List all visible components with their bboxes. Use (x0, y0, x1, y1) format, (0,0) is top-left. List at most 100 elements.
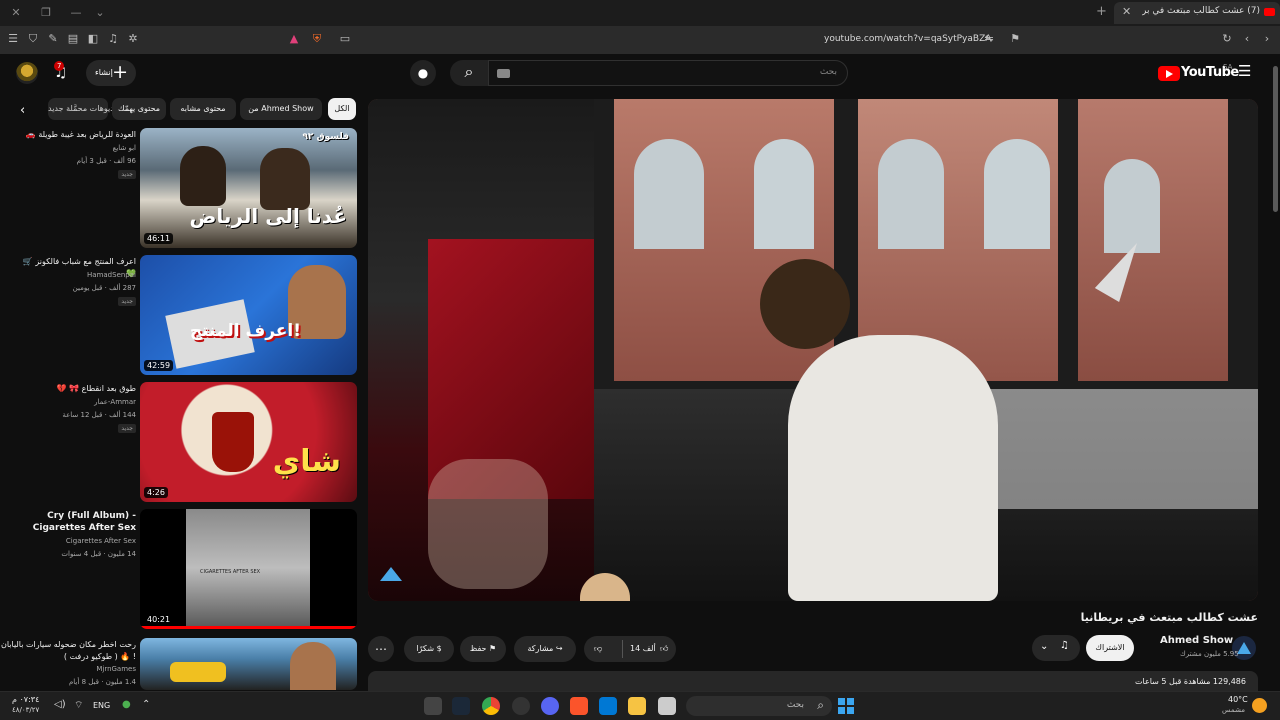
chrome-icon[interactable] (482, 697, 500, 715)
list-item[interactable]: CIGARETTES AFTER SEX 40:21 Cry (Full Alb… (0, 509, 360, 631)
view-count: 129,486 مشاهدة قبل 5 ساعات (1134, 677, 1246, 686)
scrollbar-thumb[interactable] (1273, 66, 1278, 212)
clock-date[interactable]: ٤٨/٠٣/٢٧ (12, 706, 39, 714)
share-button[interactable]: مشاركة ↪ (514, 636, 576, 662)
channel-name[interactable]: Cigarettes After Sex (66, 537, 136, 545)
reload-icon[interactable]: ↻ (1220, 32, 1234, 46)
tab-cast-icon[interactable]: ▭ (338, 32, 352, 46)
more-actions-icon[interactable]: ⋯ (368, 636, 394, 662)
list-item[interactable]: اعرف المنتج! 42:59 اعرف المنتج مع شباب ف… (0, 255, 360, 377)
chip-for-you[interactable]: محتوى يهمّك (112, 98, 166, 120)
mic-icon[interactable]: ● (122, 699, 131, 710)
tab-close-icon[interactable]: ✕ (1122, 5, 1131, 18)
person-shape (260, 148, 310, 210)
restore-window-icon[interactable]: ❐ (38, 5, 54, 21)
description-box[interactable]: 129,486 مشاهدة قبل 5 ساعات (368, 671, 1258, 691)
like-count[interactable]: 14 ألف (630, 636, 656, 662)
tray-expand-icon[interactable]: ⌃ (142, 699, 150, 710)
volume-icon[interactable]: ◁) (54, 699, 66, 710)
weather-temperature[interactable]: 40°C (1228, 695, 1248, 704)
video-thumbnail[interactable]: اعرف المنتج! 42:59 (140, 255, 357, 375)
browser-tab-active[interactable]: ✕ (7) عشت كطالب مبتعث في بر (1114, 2, 1280, 24)
tabs-icon[interactable]: ▤ (66, 32, 80, 46)
shield-icon[interactable]: ⛉ (26, 32, 40, 46)
video-thumbnail[interactable]: CIGARETTES AFTER SEX 40:21 (140, 509, 357, 629)
language-indicator[interactable]: ENG (93, 701, 110, 710)
file-explorer-icon[interactable] (628, 697, 646, 715)
video-meta: 14 مليون · قبل 4 سنوات (61, 550, 136, 558)
chip-related[interactable]: محتوى مشابه (170, 98, 236, 120)
video-thumbnail[interactable]: عُدنا إلى الرياض فلسوق ٩٢ 46:11 (140, 128, 357, 248)
back-icon[interactable]: ‹ (1240, 32, 1254, 46)
building-window (984, 139, 1050, 249)
steam-icon[interactable] (452, 697, 470, 715)
address-bar[interactable]: youtube.com/watch?v=qaSytPyaBZA (824, 34, 991, 44)
chip-downloaded[interactable]: فيديوهات محمَّلة جديد (48, 98, 121, 120)
create-label: إنشاء (95, 68, 113, 77)
channel-watermark-icon[interactable] (380, 567, 402, 581)
thanks-icon: $ (436, 644, 442, 653)
list-item[interactable]: رحت اخطر مكان ضحوله سيارات باليابان ! 🔥 … (0, 638, 360, 690)
sun-icon[interactable] (1252, 698, 1267, 713)
like-icon[interactable]: 👍︎ (660, 636, 668, 662)
video-title[interactable]: العودة للرياض بعد غيبة طويلة 🚗 (12, 129, 136, 141)
video-thumbnail[interactable] (140, 638, 357, 690)
terminal-icon[interactable] (424, 697, 442, 715)
music-icon[interactable]: ♫ (106, 32, 120, 46)
list-item[interactable]: عُدنا إلى الرياض فلسوق ٩٢ 46:11 العودة ل… (0, 128, 360, 250)
brave-icon[interactable] (570, 697, 588, 715)
store-icon[interactable] (599, 697, 617, 715)
page-scrollbar[interactable] (1270, 54, 1280, 692)
chip-from-channel[interactable]: من Ahmed Show (240, 98, 322, 120)
video-duration: 42:59 (144, 360, 174, 371)
github-icon[interactable] (512, 697, 530, 715)
clock-time[interactable]: ٠٧:٣٤ م (12, 695, 39, 704)
watch-progress-bar (140, 626, 357, 629)
channel-name[interactable]: MjrnGames (96, 665, 136, 673)
youtube-logo-icon[interactable] (1158, 66, 1180, 81)
tab-list-icon[interactable]: ⌄ (92, 5, 108, 21)
video-meta: 1.4 مليون · قبل 8 أيام (68, 678, 136, 686)
pin-icon[interactable]: ✎ (46, 32, 60, 46)
share-label: مشاركة (527, 644, 554, 653)
channel-name[interactable]: ابو شايع (113, 144, 136, 152)
guide-menu-icon[interactable]: ☰ (1238, 62, 1251, 80)
video-title[interactable]: Cry (Full Album) - Cigarettes After Sex (12, 510, 136, 534)
weather-condition[interactable]: مشمس (1222, 706, 1245, 714)
save-button[interactable]: حفظ ⚑ (460, 636, 506, 662)
windows-start-icon[interactable] (838, 698, 854, 714)
menu-icon[interactable]: ☰ (6, 32, 20, 46)
search-icon: ⌕ (817, 698, 824, 712)
channel-name[interactable]: HamadSenpai (87, 271, 136, 279)
forward-icon[interactable]: › (1260, 32, 1274, 46)
search-button[interactable]: ⌕ (450, 60, 488, 86)
avatar[interactable] (16, 62, 38, 84)
task-view-icon[interactable] (658, 697, 676, 715)
brave-shield-icon[interactable]: ⛨ (310, 32, 324, 46)
extensions-icon[interactable]: ✲ (126, 32, 140, 46)
wifi-icon[interactable]: ⌔ (74, 699, 83, 712)
voice-search-mic-icon[interactable]: ● (410, 60, 436, 86)
bookmark-icon[interactable]: ⚑ (1008, 32, 1022, 46)
album-cover-text: CIGARETTES AFTER SEX (200, 569, 261, 575)
video-player[interactable] (368, 99, 1258, 601)
channel-name[interactable]: Ammar-عمار (94, 398, 136, 406)
list-item[interactable]: شاي 4:26 طوق بعد انقطاع 🎀 💔 Ammar-عمار 1… (0, 382, 360, 504)
chip-all[interactable]: الكل (328, 98, 356, 120)
keyboard-icon[interactable] (497, 69, 510, 78)
discord-icon[interactable] (541, 697, 559, 715)
search-input[interactable]: بحث (488, 60, 848, 86)
vpn-icon[interactable]: ▲ (287, 32, 301, 46)
site-settings-icon[interactable]: ⇋ (982, 32, 996, 46)
new-tab-button[interactable]: + (1096, 4, 1107, 19)
close-window-icon[interactable]: ✕ (8, 5, 24, 21)
taskbar-search-input[interactable]: بحث ⌕ (686, 696, 832, 716)
minimize-window-icon[interactable]: — (68, 5, 84, 21)
dislike-icon[interactable]: 👎︎ (594, 636, 602, 662)
video-thumbnail[interactable]: شاي 4:26 (140, 382, 357, 502)
video-title[interactable]: طوق بعد انقطاع 🎀 💔 (12, 383, 136, 395)
thanks-button[interactable]: شكرًا $ (404, 636, 454, 662)
video-title[interactable]: رحت اخطر مكان ضحوله سيارات باليابان ! 🔥 … (0, 639, 136, 663)
create-button[interactable]: إنشاء + (86, 60, 136, 86)
sidebar-icon[interactable]: ◧ (86, 32, 100, 46)
